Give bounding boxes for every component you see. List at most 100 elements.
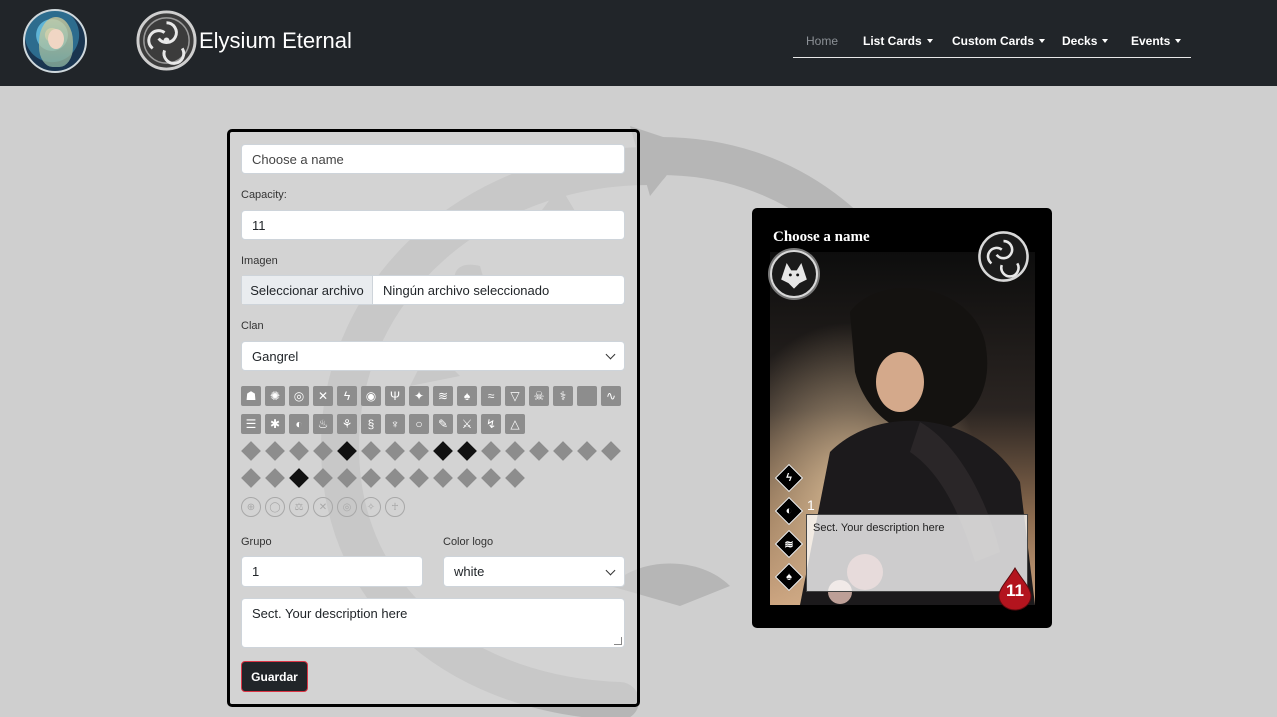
vision-icon[interactable]: ☥ <box>385 497 405 517</box>
nav-custom-cards-label: Custom Cards <box>952 34 1035 48</box>
potence-icon[interactable]: ϟ <box>337 386 357 406</box>
innocence-icon[interactable]: ◯ <box>265 497 285 517</box>
group-input[interactable]: 1 <box>241 556 423 587</box>
blank-icon[interactable] <box>577 386 597 406</box>
fortitude-icon[interactable]: ✦ <box>409 386 429 406</box>
vicissitude-sup-icon[interactable] <box>265 468 285 488</box>
description-text: Sect. Your description here <box>252 606 408 621</box>
celerity-sup-icon[interactable] <box>289 441 309 461</box>
card-group-number: 1 <box>807 497 815 513</box>
name-input-placeholder: Choose a name <box>252 151 344 167</box>
nav-home-label: Home <box>806 34 839 48</box>
obfuscate-icon[interactable]: ☰ <box>241 414 261 434</box>
vengeance-icon[interactable]: ✧ <box>361 497 381 517</box>
striga-sup-icon[interactable] <box>481 468 501 488</box>
obtenebration-sup-icon[interactable] <box>433 441 453 461</box>
mytherceria-sup-icon[interactable] <box>337 468 357 488</box>
obtenebration-icon[interactable]: ≋ <box>433 386 453 406</box>
protean-sup-icon[interactable] <box>457 441 477 461</box>
martyrdom-icon[interactable]: ✕ <box>313 497 333 517</box>
celerity-icon[interactable]: ◎ <box>289 386 309 406</box>
name-input[interactable]: Choose a name <box>241 144 625 174</box>
dominate-sup-icon[interactable] <box>361 441 381 461</box>
group-label: Grupo <box>241 536 272 548</box>
justice-icon[interactable]: ⚖ <box>289 497 309 517</box>
redemption-icon[interactable]: ◎ <box>337 497 357 517</box>
defense-icon[interactable]: ⊕ <box>241 497 261 517</box>
nav-list-cards-dropdown[interactable]: List Cards <box>863 34 933 48</box>
navbar: Elysium Eternal Home List Cards Custom C… <box>0 0 1277 86</box>
chimerstry-icon[interactable]: ✕ <box>313 386 333 406</box>
nav-home-link[interactable]: Home <box>806 34 838 48</box>
obeah-sup-icon[interactable] <box>289 468 309 488</box>
potence-sup-card-icon: ϟ <box>774 463 804 493</box>
temporis-icon[interactable]: ○ <box>409 414 429 434</box>
temporis-sup-icon[interactable] <box>409 468 429 488</box>
striga-icon[interactable]: ↯ <box>481 414 501 434</box>
dominate-icon[interactable]: ◉ <box>361 386 381 406</box>
chevron-down-icon <box>605 349 616 360</box>
resize-handle-icon[interactable] <box>614 637 622 645</box>
caret-down-icon <box>1102 39 1109 43</box>
animalism-icon[interactable]: ☗ <box>241 386 261 406</box>
protean-icon[interactable]: ♠ <box>457 386 477 406</box>
nav-decks-dropdown[interactable]: Decks <box>1062 34 1109 48</box>
nav-events-dropdown[interactable]: Events <box>1131 34 1182 48</box>
valeren-icon[interactable]: ✎ <box>433 414 453 434</box>
daimoinon-icon[interactable]: § <box>361 414 381 434</box>
card-capacity: 11 <box>1006 581 1024 600</box>
clan-select[interactable]: Gangrel <box>241 341 625 371</box>
triskelion-logo-icon[interactable] <box>135 9 198 72</box>
discipline-row-1: ☗ ✺ ◎ ✕ ϟ ◉ Ψ ✦ ≋ ♠ ≈ ▽ ☠ ⚕ ∿ <box>241 386 625 406</box>
necromancy-icon[interactable]: ☠ <box>529 386 549 406</box>
melpominee-icon[interactable]: ♨ <box>313 414 333 434</box>
auspex-sup-icon[interactable] <box>265 441 285 461</box>
obfuscate-sup-icon[interactable] <box>241 468 261 488</box>
dementation-icon[interactable]: Ψ <box>385 386 405 406</box>
sanguinus-sup-icon[interactable] <box>385 468 405 488</box>
presence-sup-icon[interactable] <box>481 441 501 461</box>
user-avatar[interactable] <box>23 9 87 73</box>
capacity-label: Capacity: <box>241 189 287 201</box>
vicissitude-icon[interactable]: ✱ <box>265 414 285 434</box>
valeren-sup-icon[interactable] <box>433 468 453 488</box>
quietus-icon[interactable]: ⚕ <box>553 386 573 406</box>
thaumaturgy-sup-icon[interactable] <box>505 441 525 461</box>
chevron-down-icon <box>605 565 616 575</box>
mytherceria-icon[interactable]: ⚘ <box>337 414 357 434</box>
auspex-icon[interactable]: ✺ <box>265 386 285 406</box>
animalism-sup-icon[interactable] <box>241 441 261 461</box>
description-textarea[interactable]: Sect. Your description here <box>241 598 625 648</box>
obeah-icon[interactable]: ◐ <box>289 414 309 434</box>
thaumaturgy-icon[interactable]: ▽ <box>505 386 525 406</box>
discipline-row-2: ☰ ✱ ◐ ♨ ⚘ § ♆ ○ ✎ ⚔ ↯ △ <box>241 414 529 434</box>
fortitude-sup-icon[interactable] <box>409 441 429 461</box>
card-triskelion-logo-icon <box>978 231 1029 282</box>
potence-sup-icon[interactable] <box>337 441 357 461</box>
nav-custom-cards-dropdown[interactable]: Custom Cards <box>952 34 1046 48</box>
serpentis-icon[interactable]: ∿ <box>601 386 621 406</box>
chimerstry-sup-icon[interactable] <box>313 441 333 461</box>
presence-icon[interactable]: ≈ <box>481 386 501 406</box>
group-value: 1 <box>252 564 260 579</box>
spiritus-icon[interactable]: ⚔ <box>457 414 477 434</box>
daimoinon-sup-icon[interactable] <box>361 468 381 488</box>
obeah-sup-card-icon: ◐ <box>774 496 804 526</box>
necromancy-sup-icon[interactable] <box>529 441 549 461</box>
thanatosis-sup-icon[interactable] <box>505 468 525 488</box>
clan-wolf-icon <box>770 250 818 298</box>
color-logo-select[interactable]: white <box>443 556 625 587</box>
serpentis-sup-icon[interactable] <box>601 441 621 461</box>
spiritus-sup-icon[interactable] <box>457 468 477 488</box>
blank-sup-icon[interactable] <box>577 441 597 461</box>
thanatosis-icon[interactable]: △ <box>505 414 525 434</box>
capacity-input[interactable]: 11 <box>241 210 625 240</box>
save-button[interactable]: Guardar <box>241 661 308 692</box>
quietus-sup-icon[interactable] <box>553 441 573 461</box>
sanguinus-icon[interactable]: ♆ <box>385 414 405 434</box>
select-file-button[interactable]: Seleccionar archivo <box>242 276 373 304</box>
dementation-sup-icon[interactable] <box>385 441 405 461</box>
melpominee-sup-icon[interactable] <box>313 468 333 488</box>
brand-name[interactable]: Elysium Eternal <box>199 28 352 54</box>
image-file-input[interactable]: Seleccionar archivo Ningún archivo selec… <box>241 275 625 305</box>
